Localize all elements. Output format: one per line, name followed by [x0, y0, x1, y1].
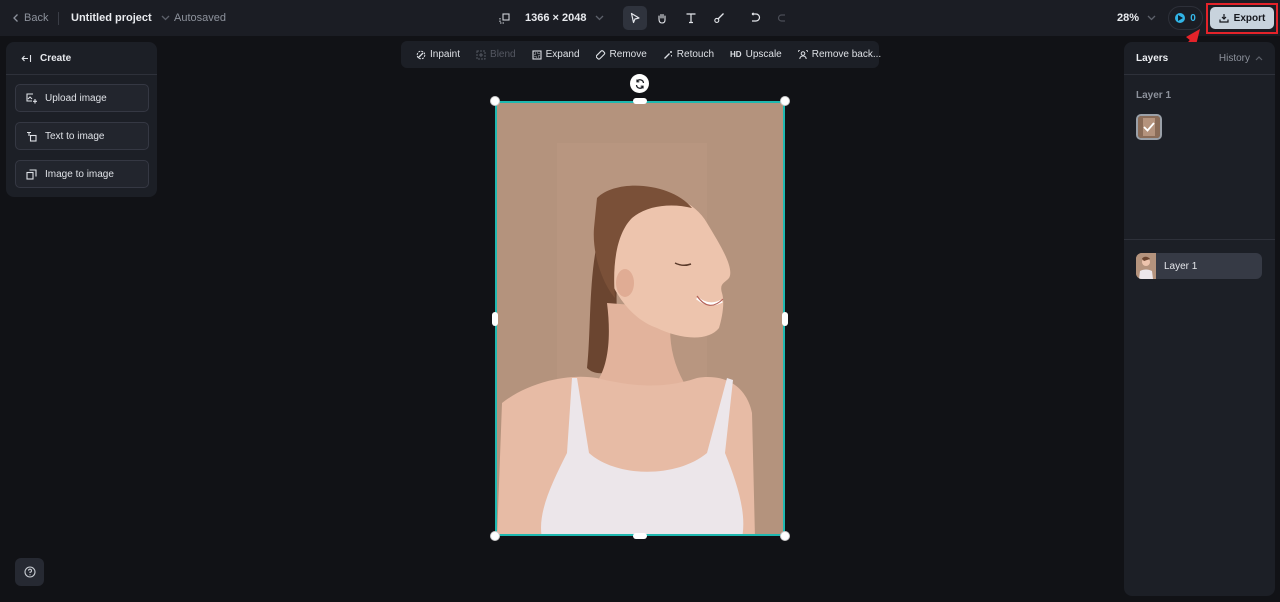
resize-handle-right[interactable] [782, 312, 788, 326]
resize-handle-left[interactable] [492, 312, 498, 326]
chevron-down-icon [596, 15, 604, 21]
resize-handle-top[interactable] [633, 98, 647, 104]
hand-tool[interactable] [650, 6, 674, 30]
brush-tool[interactable] [707, 6, 731, 30]
rotate-icon [635, 78, 644, 89]
canvas-image-layer[interactable] [495, 101, 785, 536]
tab-history[interactable]: History [1219, 53, 1263, 64]
help-icon [23, 566, 36, 578]
upscale-label: Upscale [745, 49, 782, 60]
chevron-up-icon [1255, 55, 1263, 60]
inpaint-icon [416, 50, 426, 59]
top-bar: Back Untitled project Autosaved 1366 × 2… [0, 0, 1280, 36]
remove-background-button[interactable]: Remove back... [790, 41, 889, 68]
create-panel-header[interactable]: Create [6, 42, 157, 75]
text-to-image-button[interactable]: Text to image [15, 122, 149, 150]
expand-label: Expand [545, 49, 580, 60]
wand-icon [663, 50, 672, 59]
chevron-left-icon [13, 14, 18, 22]
inpaint-button[interactable]: Inpaint [408, 41, 468, 68]
remove-button[interactable]: Remove [588, 41, 655, 68]
hd-icon: HD [730, 50, 742, 59]
credits-count: 0 [1190, 12, 1196, 24]
blend-button[interactable]: Blend [468, 41, 524, 68]
image-to-image-label: Image to image [45, 168, 114, 180]
retouch-label: Retouch [676, 49, 715, 60]
redo-icon [777, 14, 785, 22]
undo-button[interactable] [743, 6, 767, 30]
inpaint-label: Inpaint [430, 49, 461, 60]
image-to-image-icon [26, 168, 37, 180]
help-button[interactable] [15, 558, 44, 586]
blend-label: Blend [490, 49, 516, 60]
portrait-photo [497, 103, 783, 534]
project-title-dropdown[interactable]: Untitled project [71, 0, 170, 36]
collapse-left-icon [21, 54, 32, 62]
credit-icon [1175, 13, 1186, 23]
text-to-image-icon [27, 131, 37, 142]
layers-panel: Layers History Layer 1 Layer 1 [1124, 42, 1275, 596]
layers-panel-header: Layers History [1124, 42, 1275, 75]
back-label: Back [24, 12, 49, 24]
upload-image-button[interactable]: Upload image [15, 84, 149, 112]
resize-handle-bottom-right[interactable] [780, 531, 790, 541]
layer-thumbnail [1136, 253, 1156, 279]
layer-thumbnail-selected[interactable] [1136, 114, 1162, 140]
text-tool[interactable] [679, 6, 703, 30]
remove-background-label: Remove back... [811, 49, 882, 60]
blend-icon [476, 50, 486, 59]
text-icon [686, 13, 696, 24]
select-tool[interactable] [623, 6, 647, 30]
expand-button[interactable]: Expand [524, 41, 588, 68]
undo-icon [751, 12, 761, 22]
divider [1124, 239, 1275, 240]
layer-section-label: Layer 1 [1136, 90, 1172, 101]
resize-canvas-icon[interactable] [499, 0, 510, 36]
upload-image-icon [26, 92, 37, 103]
canvas-size-dropdown[interactable]: 1366 × 2048 [525, 0, 604, 36]
canvas-size: 1366 × 2048 [525, 12, 587, 24]
text-to-image-label: Text to image [45, 130, 105, 142]
download-icon [1219, 14, 1229, 23]
resize-handle-bottom-left[interactable] [490, 531, 500, 541]
hand-icon [658, 13, 666, 24]
create-panel-title: Create [40, 52, 72, 64]
rotate-handle[interactable] [630, 74, 649, 93]
remove-bg-icon [797, 49, 808, 59]
history-label: History [1218, 52, 1250, 64]
brush-icon [714, 13, 724, 23]
resize-handle-top-right[interactable] [780, 96, 790, 106]
project-title: Untitled project [71, 12, 152, 24]
cursor-icon [630, 12, 640, 24]
upscale-button[interactable]: HD Upscale [722, 41, 790, 68]
divider [58, 12, 59, 25]
edit-toolbar: Inpaint Blend Expand Remove Retouch HD U… [401, 41, 881, 68]
expand-icon [532, 49, 542, 60]
create-panel: Create Upload image Text to image Image … [6, 42, 157, 197]
layer-list-item[interactable]: Layer 1 [1136, 253, 1262, 279]
export-button[interactable]: Export [1210, 7, 1274, 29]
tab-layers[interactable]: Layers [1136, 53, 1168, 64]
zoom-level: 28% [1117, 12, 1140, 24]
remove-label: Remove [609, 49, 647, 60]
eraser-icon [595, 49, 605, 60]
image-to-image-button[interactable]: Image to image [15, 160, 149, 188]
layer-name: Layer 1 [1164, 260, 1198, 272]
autosave-status: Autosaved [174, 12, 226, 24]
back-button[interactable]: Back [12, 0, 48, 36]
redo-button[interactable] [770, 6, 794, 30]
resize-handle-bottom[interactable] [633, 533, 647, 539]
upload-image-label: Upload image [45, 92, 107, 104]
checkmark-icon [1138, 116, 1160, 138]
retouch-button[interactable]: Retouch [655, 41, 722, 68]
chevron-down-icon [161, 15, 170, 21]
resize-handle-top-left[interactable] [490, 96, 500, 106]
chevron-down-icon [1147, 15, 1156, 21]
export-label: Export [1233, 12, 1266, 24]
